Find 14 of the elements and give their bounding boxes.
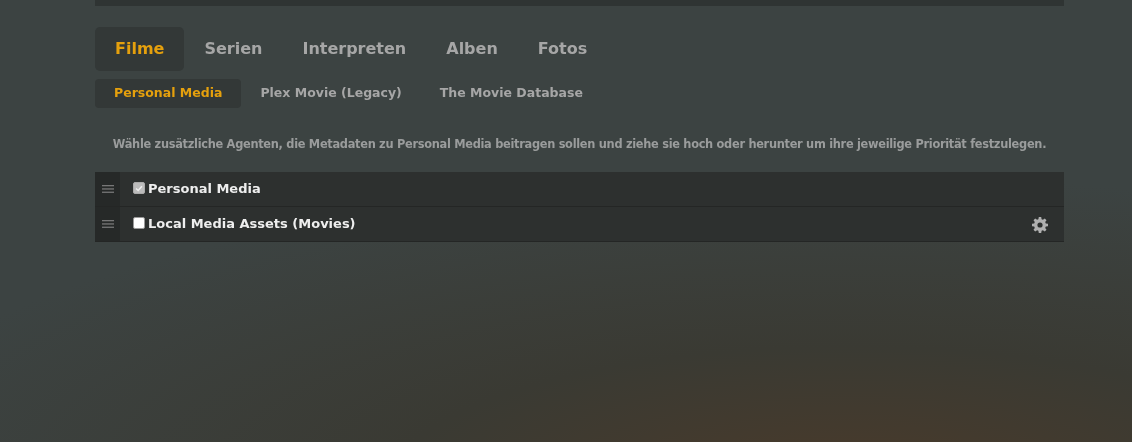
section-tab[interactable]: Alben bbox=[426, 27, 518, 71]
section-tab[interactable]: Serien bbox=[184, 27, 283, 71]
section-tab[interactable]: Fotos bbox=[517, 27, 608, 71]
section-tab[interactable]: Filme bbox=[95, 27, 185, 71]
description-text: Wähle zusätzliche Agenten, die Metadaten zu Personal Media beitragen sollen und ziehe sie hoch oder herunter um ihre jeweilige Priorität festzulegen. bbox=[111, 136, 1048, 153]
agent-tab[interactable]: Personal Media bbox=[95, 79, 242, 108]
settings-icon[interactable] bbox=[1032, 216, 1048, 233]
drag-handle-icon[interactable] bbox=[101, 220, 114, 229]
agent-name: Local Media Assets (Movies) bbox=[148, 215, 356, 234]
agent-tab[interactable]: Plex Movie (Legacy) bbox=[241, 79, 421, 108]
agent-tab[interactable]: The Movie Database bbox=[420, 79, 602, 108]
agent-checkbox[interactable] bbox=[133, 217, 145, 230]
agent-name: Personal Media bbox=[148, 180, 261, 199]
section-tab[interactable]: Interpreten bbox=[282, 27, 427, 71]
